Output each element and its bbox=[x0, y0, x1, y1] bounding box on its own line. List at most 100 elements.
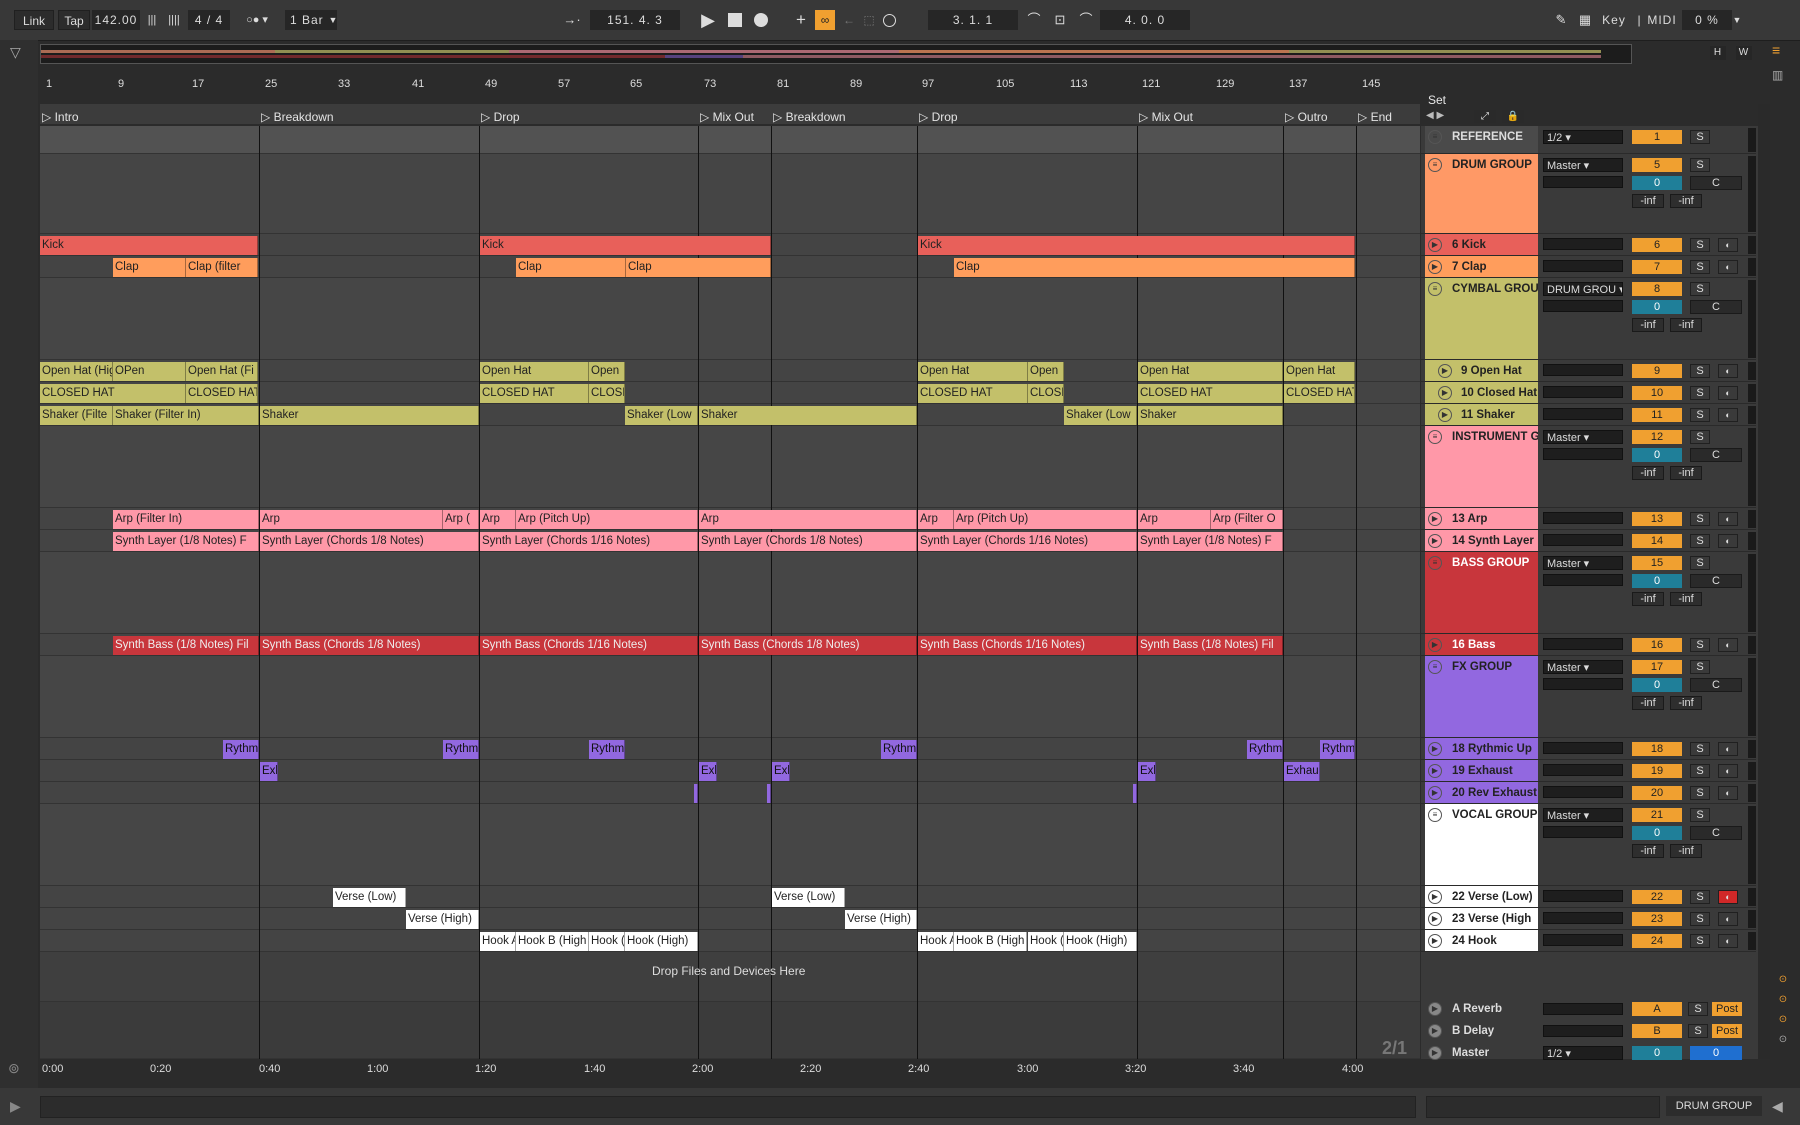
routing-field[interactable] bbox=[1543, 1003, 1623, 1015]
midi-map-button[interactable]: MIDI bbox=[1644, 10, 1680, 30]
clip-hook[interactable]: Hook B (High bbox=[516, 932, 589, 951]
clip-rev-exhaust[interactable] bbox=[767, 784, 771, 803]
keyboard-icon[interactable]: ▦ bbox=[1576, 10, 1594, 30]
track-activator[interactable]: 22 bbox=[1632, 890, 1682, 904]
solo-button[interactable]: S bbox=[1690, 364, 1710, 378]
output-routing-menu[interactable]: Master ▾ bbox=[1543, 158, 1623, 172]
clip-open-hat[interactable]: Open Hat bbox=[480, 362, 589, 381]
arm-button[interactable]: ◐ bbox=[1718, 786, 1738, 800]
track-activator[interactable]: 14 bbox=[1632, 534, 1682, 548]
clip-closed-hat[interactable]: CLOSED HAT bbox=[1284, 384, 1355, 403]
track-lane-verse-low[interactable] bbox=[40, 886, 1420, 908]
arrangement-toggle-icon[interactable]: ⊚ bbox=[8, 1060, 20, 1077]
clip-hook[interactable]: Hook (High) bbox=[1064, 932, 1137, 951]
locator[interactable]: ▷ Drop bbox=[919, 110, 958, 124]
track-activator[interactable]: 15 bbox=[1632, 556, 1682, 570]
track-lane-exhaust[interactable] bbox=[40, 760, 1420, 782]
track-activator[interactable]: 19 bbox=[1632, 764, 1682, 778]
clip-closed-hat[interactable]: CLOSED HAT bbox=[186, 384, 258, 403]
locator[interactable]: ▷ Outro bbox=[1285, 110, 1328, 124]
clip-rythmic-up[interactable]: Rythm bbox=[1320, 740, 1355, 759]
peak-left-readout[interactable]: -inf bbox=[1632, 592, 1664, 606]
loop-length-field[interactable]: 4. 0. 0 bbox=[1100, 10, 1190, 30]
peak-right-readout[interactable]: -inf bbox=[1670, 844, 1702, 858]
track-activator[interactable]: 1 bbox=[1632, 130, 1682, 144]
bar-ruler[interactable]: 1 9 17 25 33 41 49 57 65 73 81 89 97 105… bbox=[40, 78, 1420, 94]
clip-hook[interactable]: Hook ( bbox=[1028, 932, 1064, 951]
clip-kick[interactable]: Kick bbox=[918, 236, 1355, 255]
clip-open-hat[interactable]: Open Hat bbox=[918, 362, 1028, 381]
clip-arp[interactable]: Arp (Filter O bbox=[1211, 510, 1283, 529]
routing-field[interactable] bbox=[1543, 890, 1623, 902]
routing-field[interactable] bbox=[1543, 408, 1623, 420]
clip-arp[interactable]: Arp bbox=[480, 510, 516, 529]
input-routing-field[interactable] bbox=[1543, 300, 1623, 312]
clip-hook[interactable]: Hook ( bbox=[589, 932, 625, 951]
arm-button[interactable]: ◐ bbox=[1718, 764, 1738, 778]
peak-left-readout[interactable]: -inf bbox=[1632, 844, 1664, 858]
input-routing-field[interactable] bbox=[1543, 574, 1623, 586]
track-activator[interactable]: 6 bbox=[1632, 238, 1682, 252]
output-routing-menu[interactable]: Master ▾ bbox=[1543, 808, 1623, 822]
locator[interactable]: ▷ Breakdown bbox=[773, 110, 846, 124]
metronome-icon[interactable]: ○● ▾ bbox=[240, 10, 274, 30]
clip-open-hat[interactable]: Open bbox=[589, 362, 625, 381]
clip-bass[interactable]: Synth Bass (Chords 1/16 Notes) bbox=[918, 636, 1137, 655]
tempo-field[interactable]: 142.00 bbox=[92, 10, 140, 30]
locator-prev-next-icon[interactable]: ◀ ▶ bbox=[1426, 110, 1444, 121]
clip-rythmic-up[interactable]: Rythm bbox=[881, 740, 917, 759]
output-routing-menu[interactable]: DRUM GROU ▾ bbox=[1543, 282, 1623, 296]
arm-button[interactable]: ◐ bbox=[1718, 638, 1738, 652]
solo-button[interactable]: S bbox=[1690, 556, 1710, 570]
back-to-arrangement-icon[interactable]: ← bbox=[840, 10, 858, 30]
detail-view-toggle-icon[interactable]: ◀ bbox=[1772, 1098, 1783, 1115]
peak-right-readout[interactable]: -inf bbox=[1670, 466, 1702, 480]
solo-button[interactable]: S bbox=[1690, 386, 1710, 400]
locator[interactable]: ▷ Mix Out bbox=[700, 110, 754, 124]
arm-button[interactable]: ◐ bbox=[1718, 742, 1738, 756]
track-play-icon[interactable]: ▶ bbox=[1428, 512, 1442, 526]
solo-button[interactable]: S bbox=[1690, 638, 1710, 652]
clip-rythmic-up[interactable]: Rythm bbox=[443, 740, 479, 759]
post-send-button[interactable]: Post bbox=[1712, 1002, 1742, 1016]
stop-icon[interactable] bbox=[728, 13, 742, 27]
clip-bass[interactable]: Synth Bass (Chords 1/8 Notes) bbox=[699, 636, 917, 655]
clip-closed-hat[interactable]: CLOSED HAT bbox=[480, 384, 589, 403]
routing-field[interactable] bbox=[1543, 364, 1623, 376]
track-lane-vocal-group[interactable] bbox=[40, 804, 1420, 886]
routing-field[interactable] bbox=[1543, 512, 1623, 524]
solo-button[interactable]: S bbox=[1690, 912, 1710, 926]
routing-field[interactable] bbox=[1543, 786, 1623, 798]
track-play-icon[interactable]: ▶ bbox=[1428, 934, 1442, 948]
solo-button[interactable]: S bbox=[1690, 512, 1710, 526]
selected-track-label[interactable]: DRUM GROUP bbox=[1666, 1096, 1762, 1116]
clip-exhaust[interactable]: Exl bbox=[260, 762, 278, 781]
track-lane-rev-exhaust[interactable] bbox=[40, 782, 1420, 804]
nudge-up-icon[interactable]: |||| bbox=[166, 10, 182, 30]
clip-hook[interactable]: Hook (High) bbox=[625, 932, 698, 951]
solo-button[interactable]: S bbox=[1690, 808, 1710, 822]
arrangement-view[interactable]: Drop Files and Devices Here 2/1 Kick Kic… bbox=[40, 126, 1420, 1059]
arm-button[interactable]: ◐ bbox=[1718, 534, 1738, 548]
clip-hook[interactable]: Hook B (High bbox=[954, 932, 1027, 951]
clip-exhaust[interactable]: Exl bbox=[699, 762, 717, 781]
routing-field[interactable] bbox=[1543, 534, 1623, 546]
clip-open-hat[interactable]: Open Hat bbox=[1138, 362, 1283, 381]
track-activator[interactable]: 7 bbox=[1632, 260, 1682, 274]
clip-open-hat[interactable]: Open Hat bbox=[1284, 362, 1355, 381]
pan-field[interactable]: C bbox=[1690, 176, 1742, 190]
locator[interactable]: ▷ Intro bbox=[42, 110, 79, 124]
clip-shaker[interactable]: Shaker (Filte bbox=[40, 406, 113, 425]
chevron-down-icon[interactable]: ▼ bbox=[1730, 10, 1744, 30]
clip-clap[interactable]: Clap bbox=[954, 258, 1355, 277]
clip-clap[interactable]: Clap bbox=[113, 258, 186, 277]
io-toggle-icons[interactable]: ⊙ ⊙ ⊙ ⊙ bbox=[1776, 970, 1790, 1050]
clip-synth-layer[interactable]: Synth Layer (Chords 1/8 Notes) bbox=[699, 532, 917, 551]
clip-verse-high[interactable]: Verse (High) bbox=[406, 910, 479, 929]
solo-button[interactable]: S bbox=[1690, 408, 1710, 422]
expand-icon[interactable]: ⤢ bbox=[1474, 110, 1496, 123]
clip-bass[interactable]: Synth Bass (Chords 1/16 Notes) bbox=[480, 636, 698, 655]
group-fold-icon[interactable]: ≡ bbox=[1428, 808, 1442, 822]
output-routing-menu[interactable]: 1/2 ▾ bbox=[1543, 130, 1623, 144]
clip-shaker[interactable]: Shaker bbox=[699, 406, 917, 425]
